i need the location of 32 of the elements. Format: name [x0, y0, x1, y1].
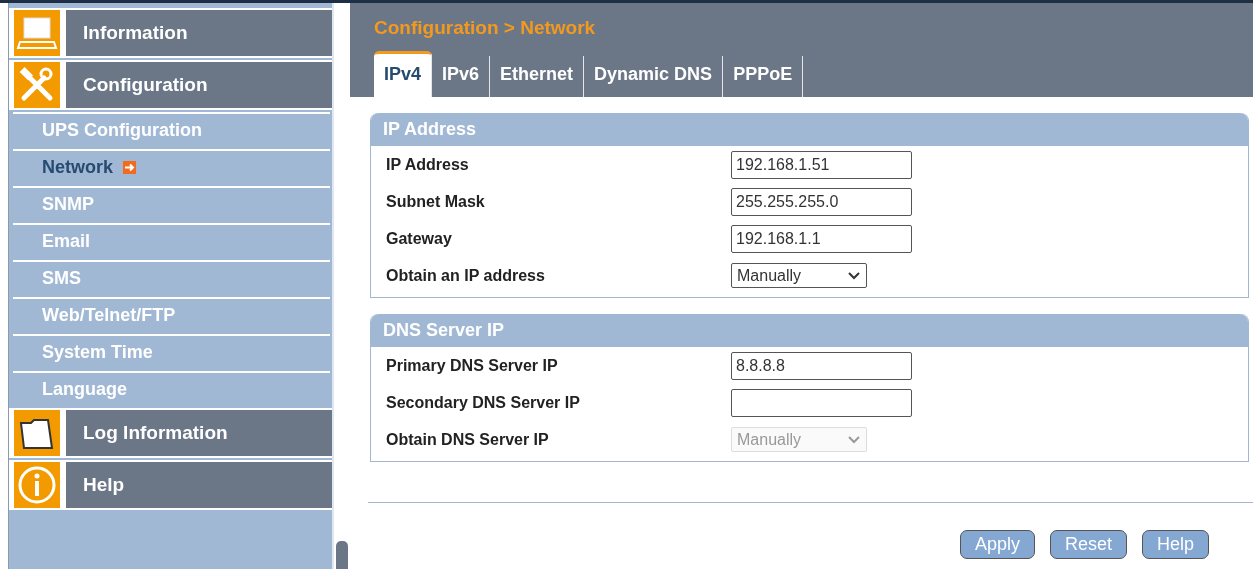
chevron-down-icon: [848, 271, 860, 280]
field-label: Gateway: [385, 229, 453, 248]
menu-category[interactable]: Information: [66, 10, 332, 56]
tab[interactable]: PPPoE: [723, 56, 804, 97]
tab[interactable]: Dynamic DNS: [584, 56, 724, 97]
field-label: Secondary DNS Server IP: [385, 393, 581, 412]
tab[interactable]: Ethernet: [490, 56, 585, 97]
text-field[interactable]: 192.168.1.51: [731, 150, 912, 179]
dropdown[interactable]: Manually: [731, 263, 867, 288]
chevron-down-icon: [848, 435, 860, 444]
text-field[interactable]: 8.8.8.8: [731, 351, 912, 380]
field-label: Primary DNS Server IP: [385, 356, 559, 375]
tab[interactable]: IPv4: [374, 51, 433, 97]
section-title: IP Address: [371, 113, 1248, 146]
field-label: IP Address: [385, 155, 470, 174]
breadcrumb: Configuration > Network: [374, 16, 597, 39]
text-field[interactable]: 192.168.1.1: [731, 224, 912, 253]
action-button[interactable]: Apply: [959, 530, 1035, 559]
text-field[interactable]: 255.255.255.0: [731, 187, 912, 216]
action-button[interactable]: Reset: [1049, 530, 1127, 559]
section-title: DNS Server IP: [371, 314, 1248, 347]
tab[interactable]: IPv6: [432, 56, 491, 97]
field-label: Obtain an IP address: [385, 266, 546, 285]
arrow-icon: [123, 161, 136, 174]
field-label: Subnet Mask: [385, 192, 486, 211]
menu-category[interactable]: Help: [66, 462, 332, 508]
action-button[interactable]: Help: [1141, 530, 1209, 559]
menu-category[interactable]: Configuration: [66, 62, 332, 108]
scrollbar-thumb[interactable]: [336, 541, 348, 569]
menu-category[interactable]: Log Information: [66, 410, 332, 456]
field-label: Obtain DNS Server IP: [385, 430, 550, 449]
text-field[interactable]: [731, 388, 912, 417]
